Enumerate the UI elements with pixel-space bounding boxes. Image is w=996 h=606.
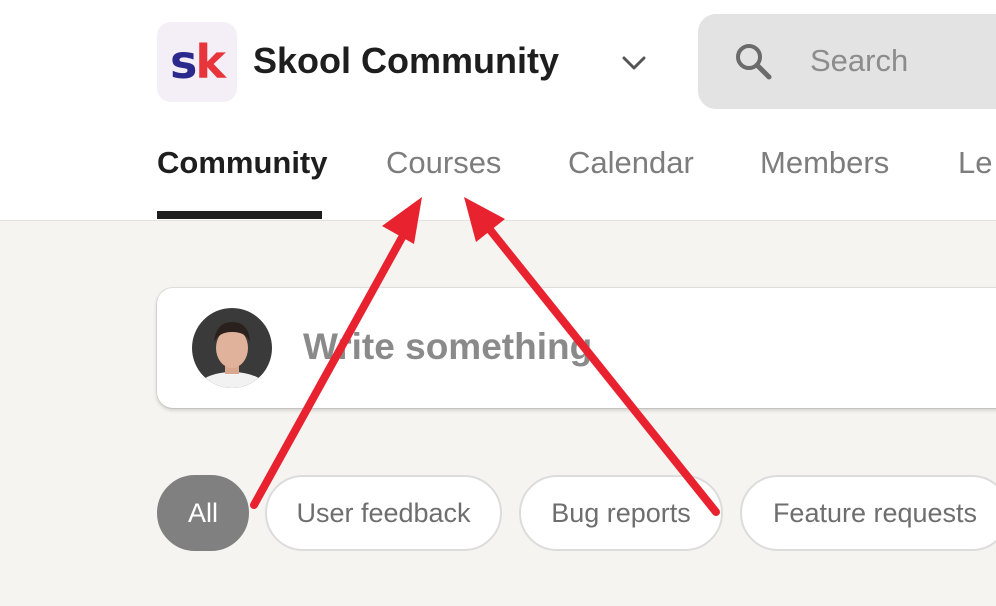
logo-letter-s: s <box>170 35 197 89</box>
search-input[interactable]: Search <box>810 43 908 79</box>
filter-chip-bug-reports[interactable]: Bug reports <box>519 475 723 551</box>
tab-calendar[interactable]: Calendar <box>568 145 694 181</box>
search-icon <box>736 44 772 80</box>
tab-members[interactable]: Members <box>760 145 889 181</box>
avatar <box>192 308 272 388</box>
filter-chip-all[interactable]: All <box>157 475 249 551</box>
filter-chip-feature-requests[interactable]: Feature requests <box>740 475 996 551</box>
group-name[interactable]: Skool Community <box>253 40 559 82</box>
tab-community[interactable]: Community <box>157 145 328 181</box>
group-logo[interactable]: sk <box>157 22 237 102</box>
composer-placeholder[interactable]: Write something <box>303 326 592 368</box>
chevron-down-icon[interactable] <box>620 49 648 77</box>
logo-letter-k: k <box>195 35 226 89</box>
active-tab-indicator <box>157 211 322 219</box>
tab-leaderboards[interactable]: Le <box>958 145 992 181</box>
tab-courses[interactable]: Courses <box>386 145 501 181</box>
filter-chip-user-feedback[interactable]: User feedback <box>265 475 502 551</box>
